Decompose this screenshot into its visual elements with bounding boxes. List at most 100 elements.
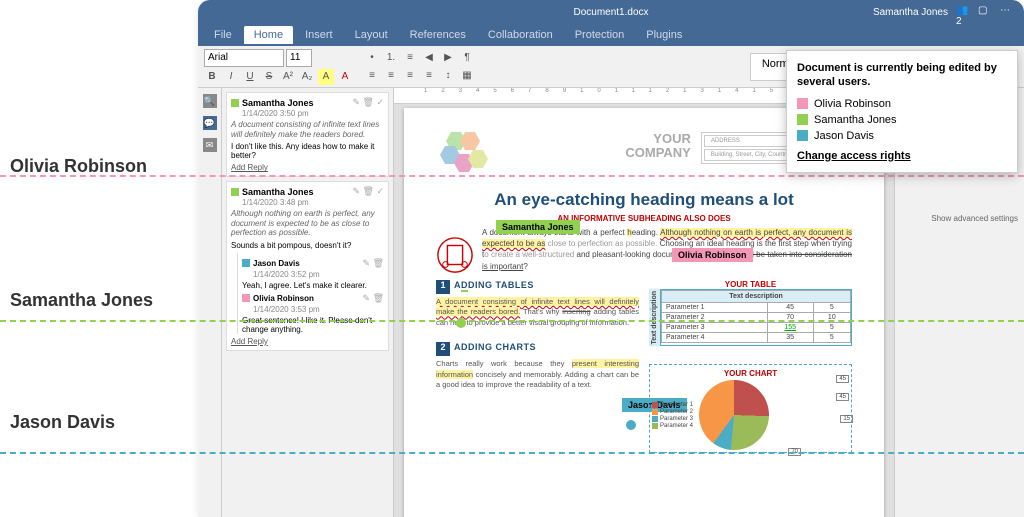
reply-actions[interactable]: ✎ 🗑 bbox=[363, 293, 384, 304]
company-name: YOURCOMPANY bbox=[625, 132, 690, 161]
document-icon bbox=[436, 236, 474, 274]
comment-date: 1/14/2020 3:48 pm bbox=[242, 198, 384, 207]
tab-home[interactable]: Home bbox=[244, 26, 293, 44]
change-access-link[interactable]: Change access rights bbox=[797, 150, 1007, 162]
annotation-jason: Jason Davis bbox=[10, 412, 115, 433]
reply-actions[interactable]: ✎ 🗑 bbox=[363, 258, 384, 269]
reply-author: Jason Davis bbox=[253, 259, 300, 268]
align-left-button[interactable]: ≡ bbox=[364, 68, 380, 84]
annotation-olivia: Olivia Robinson bbox=[10, 156, 147, 177]
document-title: Document1.docx bbox=[573, 7, 648, 18]
user-color-swatch bbox=[797, 98, 808, 109]
titlebar: Document1.docx Samantha Jones 👥2 ▢ ⋯ bbox=[198, 0, 1024, 24]
invisible-button[interactable]: ¶ bbox=[459, 50, 475, 66]
numbering-button[interactable]: 1. bbox=[383, 50, 399, 66]
tab-insert[interactable]: Insert bbox=[295, 26, 343, 44]
comment-date: 1/14/2020 3:50 pm bbox=[242, 109, 384, 118]
more-icon[interactable]: ⋯ bbox=[1000, 5, 1014, 19]
section-text: Charts really work because they present … bbox=[436, 359, 639, 391]
chart-callout: 45 bbox=[836, 375, 849, 383]
cursor-tag-olivia: Olivia Robinson bbox=[672, 248, 753, 262]
font-color-button[interactable]: A bbox=[337, 69, 353, 85]
comment-body: Sounds a bit pompous, doesn't it? bbox=[231, 241, 384, 250]
user-color-swatch bbox=[242, 259, 250, 267]
popup-user: Jason Davis bbox=[797, 130, 1007, 142]
current-user: Samantha Jones bbox=[873, 7, 948, 18]
section-number: 2 bbox=[436, 342, 450, 356]
cursor-marker-jason bbox=[626, 420, 636, 430]
multilevel-button[interactable]: ≡ bbox=[402, 50, 418, 66]
tab-plugins[interactable]: Plugins bbox=[636, 26, 692, 44]
cursor-tag-samantha: Samantha Jones bbox=[496, 220, 580, 234]
user-color-swatch bbox=[231, 99, 239, 107]
chart-title: YOUR CHART bbox=[652, 369, 849, 378]
table-header: Text description bbox=[662, 290, 851, 302]
table-caption: YOUR TABLE bbox=[649, 280, 852, 289]
comment-quoted-text: A document consisting of infinite text l… bbox=[231, 120, 384, 139]
app-window: Document1.docx Samantha Jones 👥2 ▢ ⋯ Fil… bbox=[198, 0, 1024, 517]
popup-title: Document is currently being edited by se… bbox=[797, 61, 1007, 90]
reply-date: 1/14/2020 3:53 pm bbox=[253, 305, 384, 314]
popup-user: Olivia Robinson bbox=[797, 98, 1007, 110]
section-title: ADDING TABLES bbox=[454, 280, 534, 292]
add-reply-link[interactable]: Add Reply bbox=[231, 163, 384, 172]
highlight-button[interactable]: A bbox=[318, 69, 334, 85]
line-spacing-button[interactable]: ↕ bbox=[440, 68, 456, 84]
comments-icon[interactable]: 💬 bbox=[203, 116, 217, 130]
tab-collaboration[interactable]: Collaboration bbox=[478, 26, 563, 44]
reply-date: 1/14/2020 3:52 pm bbox=[253, 270, 384, 279]
chart-legend: Parameter 1 Parameter 2 Parameter 3 Para… bbox=[652, 401, 693, 430]
tab-references[interactable]: References bbox=[400, 26, 476, 44]
menu-bar: File Home Insert Layout References Colla… bbox=[198, 24, 1024, 46]
show-advanced-link[interactable]: Show advanced settings bbox=[901, 214, 1018, 223]
data-table: Text description Parameter 1455 Paramete… bbox=[661, 290, 851, 343]
pie-chart bbox=[699, 380, 769, 450]
annotation-samantha: Samantha Jones bbox=[10, 290, 153, 311]
align-center-button[interactable]: ≡ bbox=[383, 68, 399, 84]
strike-button[interactable]: S bbox=[261, 69, 277, 85]
comment-item[interactable]: Samantha Jones ✎ 🗑 ✓ 1/14/2020 3:48 pm Al… bbox=[226, 181, 389, 351]
justify-button[interactable]: ≡ bbox=[421, 68, 437, 84]
chat-icon[interactable]: ✉ bbox=[203, 138, 217, 152]
chart-callout: 45 bbox=[836, 393, 849, 401]
outdent-button[interactable]: ◀ bbox=[421, 50, 437, 66]
present-icon[interactable]: ▢ bbox=[978, 5, 992, 19]
shading-button[interactable]: ▦ bbox=[459, 68, 475, 84]
section-title: ADDING CHARTS bbox=[454, 342, 536, 352]
user-color-swatch bbox=[797, 114, 808, 125]
comment-actions[interactable]: ✎ 🗑 ✓ bbox=[352, 97, 384, 108]
comment-item[interactable]: Samantha Jones ✎ 🗑 ✓ 1/14/2020 3:50 pm A … bbox=[226, 92, 389, 177]
user-color-swatch bbox=[242, 294, 250, 302]
doc-heading: An eye-catching heading means a lot bbox=[436, 190, 852, 210]
font-size-input[interactable] bbox=[286, 49, 312, 67]
comment-actions[interactable]: ✎ 🗑 ✓ bbox=[352, 186, 384, 197]
comment-body: I don't like this. Any ideas how to make… bbox=[231, 142, 384, 160]
search-icon[interactable]: 🔍 bbox=[203, 94, 217, 108]
font-family-input[interactable] bbox=[204, 49, 284, 67]
indent-button[interactable]: ▶ bbox=[440, 50, 456, 66]
user-color-swatch bbox=[231, 188, 239, 196]
align-right-button[interactable]: ≡ bbox=[402, 68, 418, 84]
reply-body: Great sentence! I like it. Please don't … bbox=[242, 316, 384, 334]
tab-protection[interactable]: Protection bbox=[565, 26, 635, 44]
user-color-swatch bbox=[797, 130, 808, 141]
table-vertical-label: Text description bbox=[649, 289, 660, 347]
bullets-button[interactable]: • bbox=[364, 50, 380, 66]
add-reply-link[interactable]: Add Reply bbox=[231, 337, 384, 346]
users-icon[interactable]: 👥2 bbox=[956, 5, 970, 19]
bold-button[interactable]: B bbox=[204, 69, 220, 85]
italic-button[interactable]: I bbox=[223, 69, 239, 85]
underline-button[interactable]: U bbox=[242, 69, 258, 85]
tab-layout[interactable]: Layout bbox=[345, 26, 398, 44]
subscript-button[interactable]: A₂ bbox=[299, 69, 315, 85]
section-text: A document consisting of infinite text l… bbox=[436, 297, 639, 329]
tab-file[interactable]: File bbox=[204, 26, 242, 44]
collaboration-popup: Document is currently being edited by se… bbox=[786, 50, 1018, 173]
popup-user: Samantha Jones bbox=[797, 114, 1007, 126]
reply-author: Olivia Robinson bbox=[253, 294, 314, 303]
comment-author: Samantha Jones bbox=[242, 187, 314, 197]
reply-body: Yeah, I agree. Let's make it clearer. bbox=[242, 281, 384, 290]
superscript-button[interactable]: A² bbox=[280, 69, 296, 85]
comment-quoted-text: Although nothing on earth is perfect, an… bbox=[231, 209, 384, 238]
comment-author: Samantha Jones bbox=[242, 98, 314, 108]
